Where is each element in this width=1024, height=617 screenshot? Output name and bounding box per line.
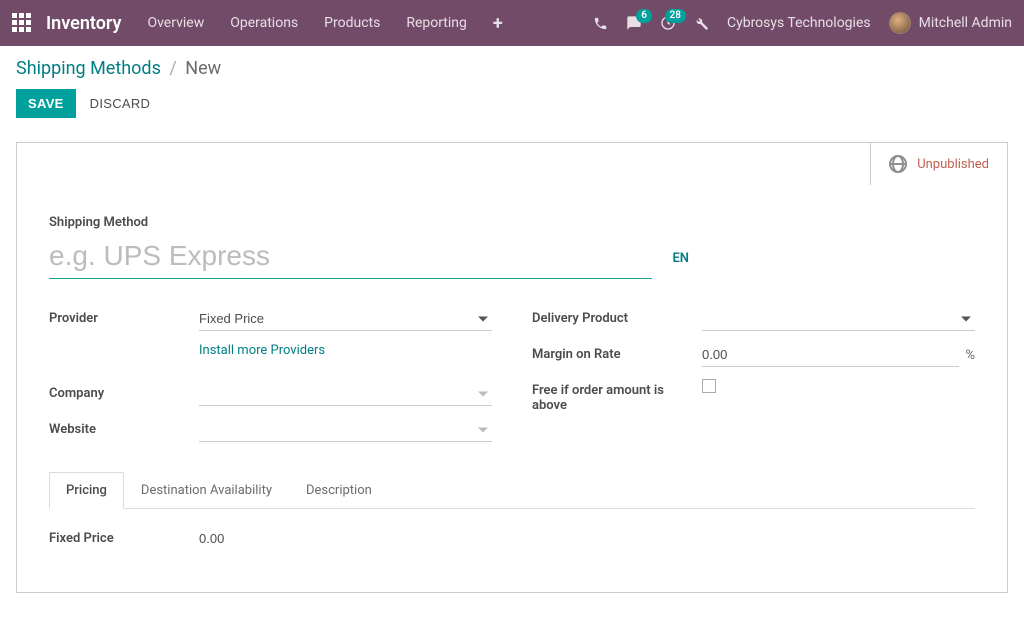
company-select[interactable]: [199, 382, 492, 406]
right-column: Delivery Product Margin on Rate % Fr: [532, 307, 975, 454]
delivery-product-select[interactable]: [702, 307, 975, 331]
website-select[interactable]: [199, 418, 492, 442]
margin-input[interactable]: [702, 343, 959, 367]
control-panel: Shipping Methods / New Save Discard: [0, 46, 1024, 128]
breadcrumb-separator: /: [169, 58, 176, 79]
form-sheet: Unpublished Shipping Method EN Provider: [16, 142, 1008, 593]
company-value[interactable]: [199, 382, 492, 406]
tab-description[interactable]: Description: [289, 472, 389, 509]
provider-select[interactable]: [199, 307, 492, 331]
tools-icon[interactable]: [694, 16, 709, 31]
publish-toggle[interactable]: Unpublished: [870, 143, 1007, 185]
apps-icon[interactable]: [12, 13, 32, 33]
messaging-badge: 6: [636, 9, 652, 23]
discard-button[interactable]: Discard: [90, 96, 151, 111]
company-label: Company: [49, 382, 199, 401]
install-providers-link[interactable]: Install more Providers: [199, 343, 325, 358]
company-name: Cybrosys Technologies: [727, 15, 871, 31]
shipping-method-label: Shipping Method: [49, 215, 975, 230]
left-column: Provider Install more Providers Company: [49, 307, 492, 454]
shipping-method-input[interactable]: [49, 238, 652, 279]
messaging-icon[interactable]: 6: [626, 15, 642, 31]
globe-icon: [889, 155, 907, 173]
free-threshold-checkbox[interactable]: [702, 379, 716, 393]
tab-destination-availability[interactable]: Destination Availability: [124, 472, 289, 509]
tab-bar: Pricing Destination Availability Descrip…: [49, 472, 975, 509]
app-brand[interactable]: Inventory: [46, 13, 121, 34]
breadcrumb-current: New: [185, 58, 221, 79]
breadcrumb-parent[interactable]: Shipping Methods: [16, 58, 161, 79]
fixed-price-label: Fixed Price: [49, 527, 199, 546]
fixed-price-input[interactable]: [199, 527, 509, 550]
nav-overview[interactable]: Overview: [147, 15, 204, 31]
language-pill[interactable]: EN: [672, 251, 689, 266]
nav-products[interactable]: Products: [324, 15, 380, 31]
delivery-product-value[interactable]: [702, 307, 975, 331]
breadcrumb: Shipping Methods / New: [16, 58, 1008, 79]
margin-unit: %: [965, 348, 975, 363]
activity-badge: 28: [665, 9, 686, 23]
website-value[interactable]: [199, 418, 492, 442]
provider-value[interactable]: [199, 307, 492, 331]
phone-icon[interactable]: [593, 16, 608, 31]
avatar: [889, 12, 911, 34]
user-name: Mitchell Admin: [919, 15, 1012, 31]
plus-icon[interactable]: +: [493, 13, 503, 34]
free-threshold-label: Free if order amount is above: [532, 379, 702, 413]
user-menu[interactable]: Mitchell Admin: [889, 12, 1012, 34]
navbar: Inventory Overview Operations Products R…: [0, 0, 1024, 46]
nav-operations[interactable]: Operations: [230, 15, 298, 31]
tab-pricing[interactable]: Pricing: [49, 472, 124, 509]
tab-content-pricing: Fixed Price: [49, 509, 975, 568]
delivery-product-label: Delivery Product: [532, 307, 702, 326]
company-switcher[interactable]: Cybrosys Technologies: [727, 15, 871, 31]
publish-label: Unpublished: [917, 157, 989, 172]
provider-label: Provider: [49, 307, 199, 326]
save-button[interactable]: Save: [16, 89, 76, 118]
website-label: Website: [49, 418, 199, 437]
margin-label: Margin on Rate: [532, 343, 702, 362]
nav-reporting[interactable]: Reporting: [406, 15, 467, 31]
activity-icon[interactable]: 28: [660, 15, 676, 31]
